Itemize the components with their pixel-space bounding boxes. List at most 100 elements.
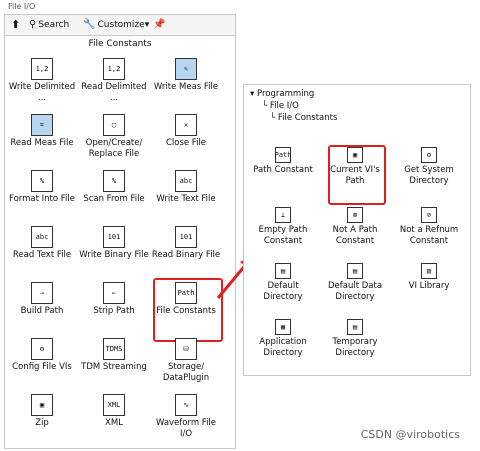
- palette-item-write-delimited[interactable]: 1,2 Write Delimited ...: [7, 58, 77, 104]
- palette-item-build-path[interactable]: ⇢ Build Path: [7, 282, 77, 317]
- tree-level1[interactable]: └ File I/O: [262, 101, 299, 112]
- palette-item-label: XML: [105, 418, 123, 428]
- palette-item-get-system-directory[interactable]: ⚙ Get System Directory: [394, 147, 464, 187]
- palette-item-tdm-streaming[interactable]: TDMS TDM Streaming: [79, 338, 149, 373]
- not-a-path-constant-icon: ⊠: [347, 207, 363, 223]
- palette-item-label: Storage/ DataPlugin: [162, 362, 210, 383]
- zip-icon: ▣: [31, 394, 53, 416]
- palette-item-label: Scan From File: [83, 194, 145, 204]
- palette-item-write-binary-file[interactable]: 101 Write Binary File: [79, 226, 149, 261]
- palette-item-zip[interactable]: ▣ Zip: [7, 394, 77, 429]
- default-directory-icon: ▤: [275, 263, 291, 279]
- empty-path-constant-icon: ⊥: [275, 207, 291, 223]
- temporary-directory-icon: ▤: [347, 319, 363, 335]
- palette-item-label: Config File VIs: [12, 362, 72, 372]
- palette-item-read-binary-file[interactable]: 101 Read Binary File: [151, 226, 221, 261]
- palette-item-label: File Constants: [156, 306, 216, 316]
- palette-item-config-file-vis[interactable]: ⚙ Config File VIs: [7, 338, 77, 373]
- palette-item-label: Read Delimited ...: [81, 82, 147, 103]
- palette-item-strip-path[interactable]: ⇠ Strip Path: [79, 282, 149, 317]
- write-text-file-icon: abc: [175, 170, 197, 192]
- palette-item-label: Format Into File: [8, 194, 75, 204]
- palette-item-current-vi-s-path[interactable]: ▣ Current VI's Path: [320, 147, 390, 187]
- search-icon: ⚲: [29, 19, 37, 30]
- wrench-icon: 🔧: [83, 19, 96, 30]
- palette-item-scan-from-file[interactable]: % Scan From File: [79, 170, 149, 205]
- palette-item-empty-path-constant[interactable]: ⊥ Empty Path Constant: [248, 207, 318, 247]
- palette-item-xml[interactable]: XML XML: [79, 394, 149, 429]
- read-meas-file-icon: ⌗: [31, 114, 53, 136]
- palette-item-label: Close File: [165, 138, 207, 148]
- open-create-replace-file-icon: ▢: [103, 114, 125, 136]
- application-directory-icon: ▦: [275, 319, 291, 335]
- palette-item-read-meas-file[interactable]: ⌗ Read Meas File: [7, 114, 77, 149]
- file-io-palette: File Constants 1,2 Write Delimited ... 1,2…: [4, 35, 236, 449]
- palette-item-read-delimited[interactable]: 1,2 Read Delimited ...: [79, 58, 149, 104]
- up-arrow-icon: ⬆: [11, 18, 21, 31]
- palette-item-label: Path Constant: [253, 165, 313, 175]
- palette-item-label: Default Directory: [263, 281, 303, 302]
- palette-item-label: Write Delimited ...: [8, 82, 76, 103]
- waveform-file-i-o-icon: ∿: [175, 394, 197, 416]
- write-binary-file-icon: 101: [103, 226, 125, 248]
- expand-icon: ▾: [250, 89, 255, 99]
- palette-item-read-text-file[interactable]: abc Read Text File: [7, 226, 77, 261]
- build-path-icon: ⇢: [31, 282, 53, 304]
- palette-item-storage-dataplugin[interactable]: ⛁ Storage/ DataPlugin: [151, 338, 221, 384]
- palette-item-close-file[interactable]: ✕ Close File: [151, 114, 221, 149]
- pin-button[interactable]: 📌: [153, 18, 165, 32]
- palette-item-label: Write Text File: [156, 194, 216, 204]
- palette-item-label: TDM Streaming: [81, 362, 147, 372]
- palette-item-not-a-refnum-constant[interactable]: ⊘ Not a Refnum Constant: [394, 207, 464, 247]
- tree-level2[interactable]: └ File Constants: [270, 113, 337, 124]
- tree-level1-label: File I/O: [269, 101, 299, 111]
- search-button[interactable]: ⚲ Search: [29, 18, 69, 32]
- palette-item-label: Get System Directory: [404, 165, 454, 186]
- up-arrow-button[interactable]: ⬆: [11, 18, 20, 32]
- palette-item-path-constant[interactable]: Path Path Constant: [248, 147, 318, 176]
- customize-button[interactable]: 🔧 Customize▾: [83, 18, 149, 32]
- palette-item-label: Zip: [35, 418, 49, 428]
- write-delimited-icon: 1,2: [31, 58, 53, 80]
- watermark: CSDN @virobotics: [360, 428, 460, 441]
- palette-item-write-text-file[interactable]: abc Write Text File: [151, 170, 221, 205]
- tree-line: └: [262, 101, 270, 111]
- palette-item-default-data-directory[interactable]: ▤ Default Data Directory: [320, 263, 390, 303]
- config-file-vis-icon: ⚙: [31, 338, 53, 360]
- palette-item-label: Write Binary File: [79, 250, 149, 260]
- tree-root[interactable]: ▾ Programming: [250, 89, 314, 100]
- palette-item-label: Write Meas File: [153, 82, 219, 92]
- palette-item-open-create-replace-file[interactable]: ▢ Open/Create/ Replace File: [79, 114, 149, 160]
- tree-line: └: [270, 113, 278, 123]
- file-constants-palette: ▾ Programming └ File I/O └ File Constant…: [243, 84, 471, 376]
- palette-item-label: Strip Path: [93, 306, 135, 316]
- file-constants-icon: Path: [175, 282, 197, 304]
- palette-item-not-a-path-constant[interactable]: ⊠ Not A Path Constant: [320, 207, 390, 247]
- palette-item-file-constants[interactable]: Path File Constants: [151, 282, 221, 317]
- read-delimited-icon: 1,2: [103, 58, 125, 80]
- palette-item-vi-library[interactable]: ▥ VI Library: [394, 263, 464, 292]
- palette-item-application-directory[interactable]: ▦ Application Directory: [248, 319, 318, 359]
- tree-level2-label: File Constants: [277, 113, 338, 123]
- palette-item-label: Read Binary File: [151, 250, 221, 260]
- palette-item-temporary-directory[interactable]: ▤ Temporary Directory: [320, 319, 390, 359]
- palette-item-format-into-file[interactable]: % Format Into File: [7, 170, 77, 205]
- read-binary-file-icon: 101: [175, 226, 197, 248]
- palette-toolbar: ⬆ ⚲ Search 🔧 Customize▾ 📌: [4, 14, 236, 36]
- storage-dataplugin-icon: ⛁: [175, 338, 197, 360]
- palette-item-label: Temporary Directory: [332, 337, 378, 358]
- tdm-streaming-icon: TDMS: [103, 338, 125, 360]
- search-label: Search: [38, 20, 70, 30]
- palette-header: File Constants: [88, 39, 152, 49]
- xml-icon: XML: [103, 394, 125, 416]
- palette-item-default-directory[interactable]: ▤ Default Directory: [248, 263, 318, 303]
- default-data-directory-icon: ▤: [347, 263, 363, 279]
- current-vi-s-path-icon: ▣: [347, 147, 363, 163]
- palette-item-label: Current VI's Path: [330, 165, 380, 186]
- format-into-file-icon: %: [31, 170, 53, 192]
- read-text-file-icon: abc: [31, 226, 53, 248]
- palette-item-waveform-file-i-o[interactable]: ∿ Waveform File I/O: [151, 394, 221, 440]
- palette-item-label: Not A Path Constant: [332, 225, 378, 246]
- scan-from-file-icon: %: [103, 170, 125, 192]
- palette-item-write-meas-file[interactable]: ✎ Write Meas File: [151, 58, 221, 93]
